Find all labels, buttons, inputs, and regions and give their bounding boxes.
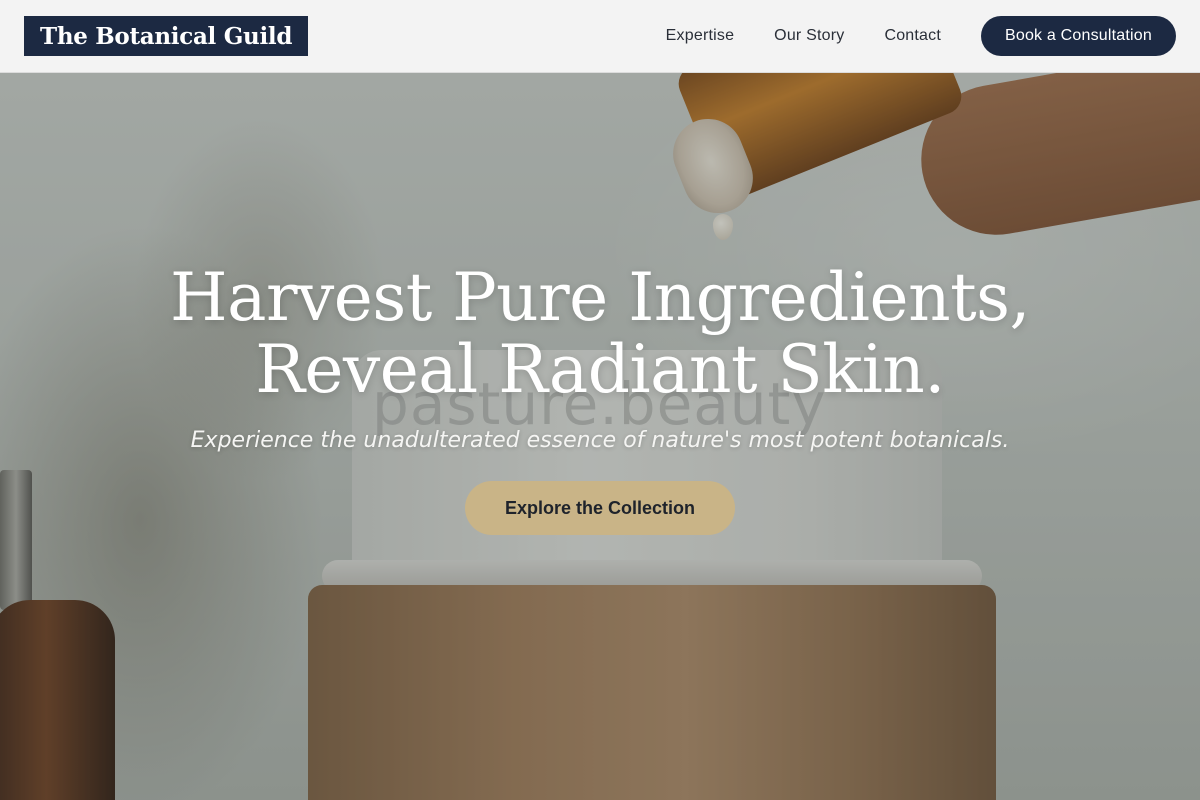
main-nav: Expertise Our Story Contact Book a Consu… — [666, 16, 1176, 56]
nav-link-expertise[interactable]: Expertise — [666, 27, 735, 45]
explore-collection-button[interactable]: Explore the Collection — [464, 481, 736, 535]
book-consultation-button[interactable]: Book a Consultation — [980, 16, 1176, 56]
hero-title: Harvest Pure Ingredients, Reveal Radiant… — [0, 262, 1200, 406]
site-logo[interactable]: The Botanical Guild — [24, 16, 309, 56]
nav-link-contact[interactable]: Contact — [884, 27, 941, 45]
hero-subtitle: Experience the unadulterated essence of … — [190, 428, 1010, 453]
hero-section: Harvest Pure Ingredients, Reveal Radiant… — [0, 262, 1200, 535]
nav-link-our-story[interactable]: Our Story — [774, 27, 844, 45]
site-header: The Botanical Guild Expertise Our Story … — [0, 0, 1200, 73]
hero-title-line-1: Harvest Pure Ingredients, — [170, 259, 1030, 336]
hero-title-line-2: Reveal Radiant Skin. — [255, 331, 945, 408]
